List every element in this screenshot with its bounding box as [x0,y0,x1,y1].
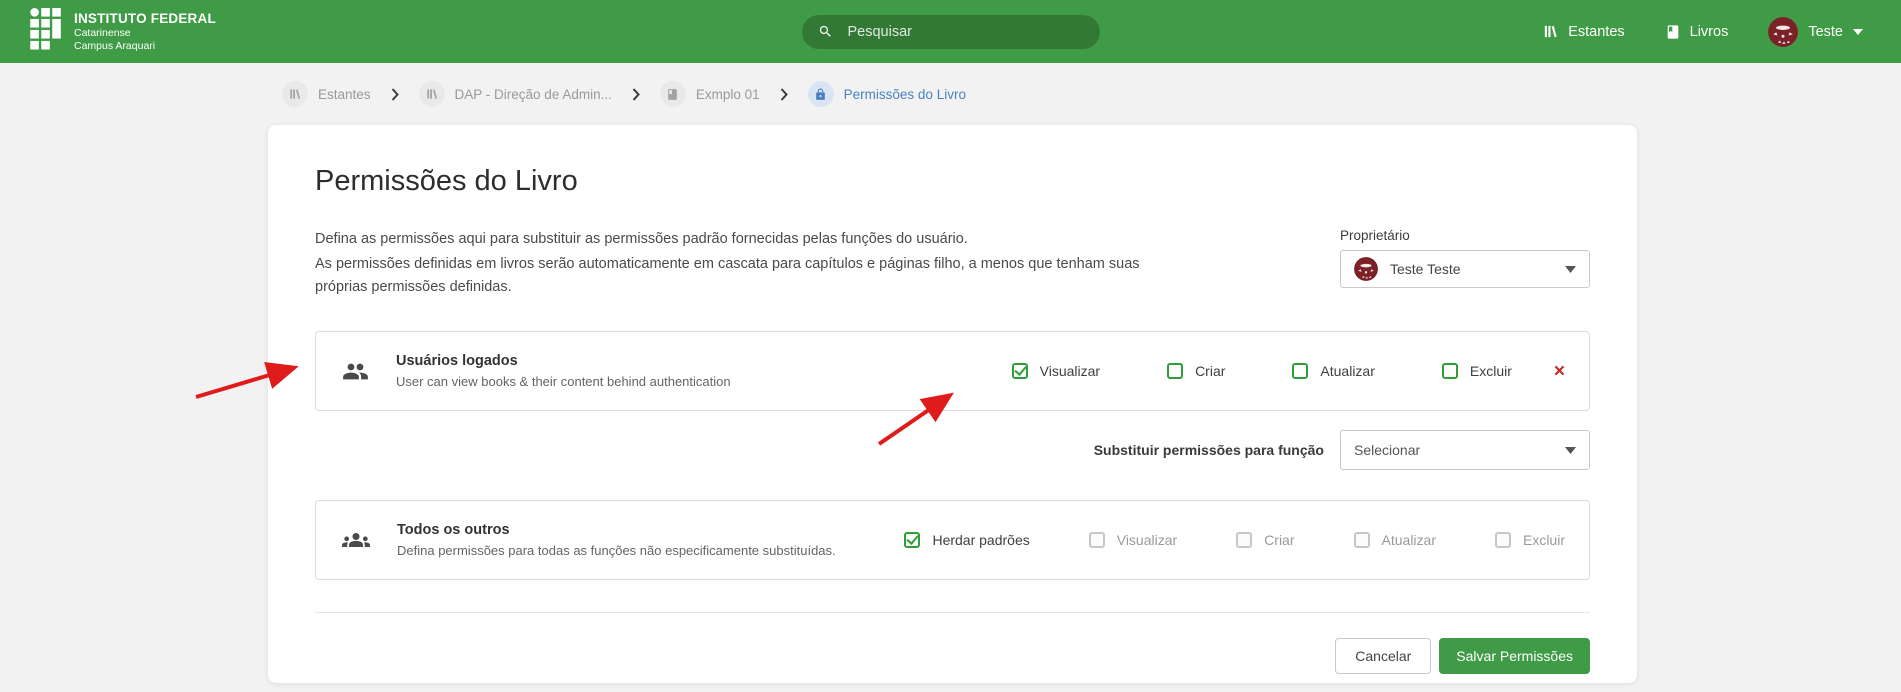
avatar [1768,17,1798,47]
nav-books-label: Livros [1690,24,1729,40]
checkbox-herdar-padroes[interactable]: Herdar padrões [904,532,1029,548]
breadcrumb: Estantes DAP - Direção de Admin... Exmpl… [0,63,1901,109]
checkbox-visualizar[interactable]: Visualizar [1089,532,1177,548]
avatar [1354,257,1378,281]
user-menu[interactable]: Teste [1768,17,1863,47]
role-select-value: Selecionar [1354,442,1420,458]
save-permissions-button[interactable]: Salvar Permissões [1439,638,1590,674]
nav-books[interactable]: Livros [1665,24,1729,40]
checkbox-icon[interactable] [1292,363,1308,379]
owner-label: Proprietário [1340,228,1590,243]
checkbox-atualizar[interactable]: Atualizar [1292,363,1374,379]
permission-checkbox-group: Herdar padrões Visualizar Criar Atualiza… [904,532,1565,548]
owner-select[interactable]: Teste Teste [1340,250,1590,288]
checkbox-excluir[interactable]: Excluir [1442,363,1512,379]
description-line-1: Defina as permissões aqui para substitui… [315,228,1167,250]
checkbox-criar[interactable]: Criar [1167,363,1225,379]
institution-grid-icon [30,8,63,55]
role-override-label: Substituir permissões para função [1094,442,1324,458]
checkbox-criar[interactable]: Criar [1236,532,1294,548]
permission-row-logged-in-users: Usuários logados User can view books & t… [315,331,1590,411]
nav-shelves-label: Estantes [1568,24,1624,40]
permission-row-title: Usuários logados [396,353,731,369]
chevron-down-icon [1565,266,1576,273]
two-people-icon [342,358,369,385]
checkbox-icon[interactable] [904,532,920,548]
chevron-right-icon [391,88,399,101]
checkbox-icon[interactable] [1495,532,1511,548]
role-override-section: Substituir permissões para função Seleci… [315,430,1590,470]
cancel-button[interactable]: Cancelar [1335,638,1431,674]
permission-row-text: Todos os outros Defina permissões para t… [397,522,836,558]
checkbox-excluir[interactable]: Excluir [1495,532,1565,548]
book-icon [1665,24,1681,40]
breadcrumb-item-book[interactable]: Exmplo 01 [660,81,760,107]
bookshelf-icon [1542,23,1559,40]
lock-icon [808,81,834,107]
breadcrumb-label: Permissões do Livro [844,87,966,102]
header-nav: Estantes Livros Teste [1542,17,1863,47]
chevron-right-icon [632,88,640,101]
divider [315,612,1590,613]
intro-section: Defina as permissões aqui para substitui… [315,228,1590,301]
breadcrumb-item-shelves[interactable]: Estantes [282,81,371,107]
breadcrumb-label: DAP - Direção de Admin... [455,87,612,102]
form-actions: Cancelar Salvar Permissões [315,638,1590,674]
role-select[interactable]: Selecionar [1340,430,1590,470]
permissions-card: Permissões do Livro Defina as permissões… [268,125,1637,683]
logo-line-2: Catarinense [74,27,216,40]
logo-line-3: Campus Araquari [74,40,216,53]
permission-row-text: Usuários logados User can view books & t… [396,353,731,389]
logo-line-1: INSTITUTO FEDERAL [74,11,216,27]
bookshelf-icon [282,81,308,107]
breadcrumb-item-permissions[interactable]: Permissões do Livro [808,81,966,107]
app-logo[interactable]: INSTITUTO FEDERAL Catarinense Campus Ara… [30,8,216,55]
logo-text: INSTITUTO FEDERAL Catarinense Campus Ara… [74,11,216,52]
checkbox-icon[interactable] [1442,363,1458,379]
user-name: Teste [1808,24,1843,40]
permission-row-title: Todos os outros [397,522,836,538]
checkbox-icon[interactable] [1089,532,1105,548]
book-icon [660,81,686,107]
bookshelf-icon [419,81,445,107]
breadcrumb-label: Estantes [318,87,371,102]
checkbox-visualizar[interactable]: Visualizar [1012,363,1100,379]
three-people-icon [342,526,370,554]
app-header: INSTITUTO FEDERAL Catarinense Campus Ara… [0,0,1901,63]
nav-shelves[interactable]: Estantes [1542,23,1624,40]
page-description: Defina as permissões aqui para substitui… [315,228,1167,301]
chevron-down-icon [1565,447,1576,454]
checkbox-icon[interactable] [1354,532,1370,548]
search-input[interactable] [846,23,1084,41]
owner-block: Proprietário Teste Teste [1340,228,1590,288]
search-bar[interactable] [802,15,1100,49]
search-icon [818,24,833,39]
permission-row-subtitle: User can view books & their content behi… [396,374,731,389]
checkbox-icon[interactable] [1012,363,1028,379]
checkbox-icon[interactable] [1167,363,1183,379]
permission-row-everyone-else: Todos os outros Defina permissões para t… [315,500,1590,580]
permission-checkbox-group: Visualizar Criar Atualizar Excluir × [1012,362,1565,381]
description-line-2: As permissões definidas em livros serão … [315,253,1167,298]
permission-row-subtitle: Defina permissões para todas as funções … [397,543,836,558]
checkbox-atualizar[interactable]: Atualizar [1354,532,1436,548]
checkbox-icon[interactable] [1236,532,1252,548]
chevron-right-icon [780,88,788,101]
page-title: Permissões do Livro [315,165,1590,198]
breadcrumb-label: Exmplo 01 [696,87,760,102]
remove-row-icon[interactable]: × [1554,362,1565,381]
chevron-down-icon [1853,29,1863,35]
breadcrumb-item-shelf-dap[interactable]: DAP - Direção de Admin... [419,81,612,107]
owner-value: Teste Teste [1390,261,1461,277]
